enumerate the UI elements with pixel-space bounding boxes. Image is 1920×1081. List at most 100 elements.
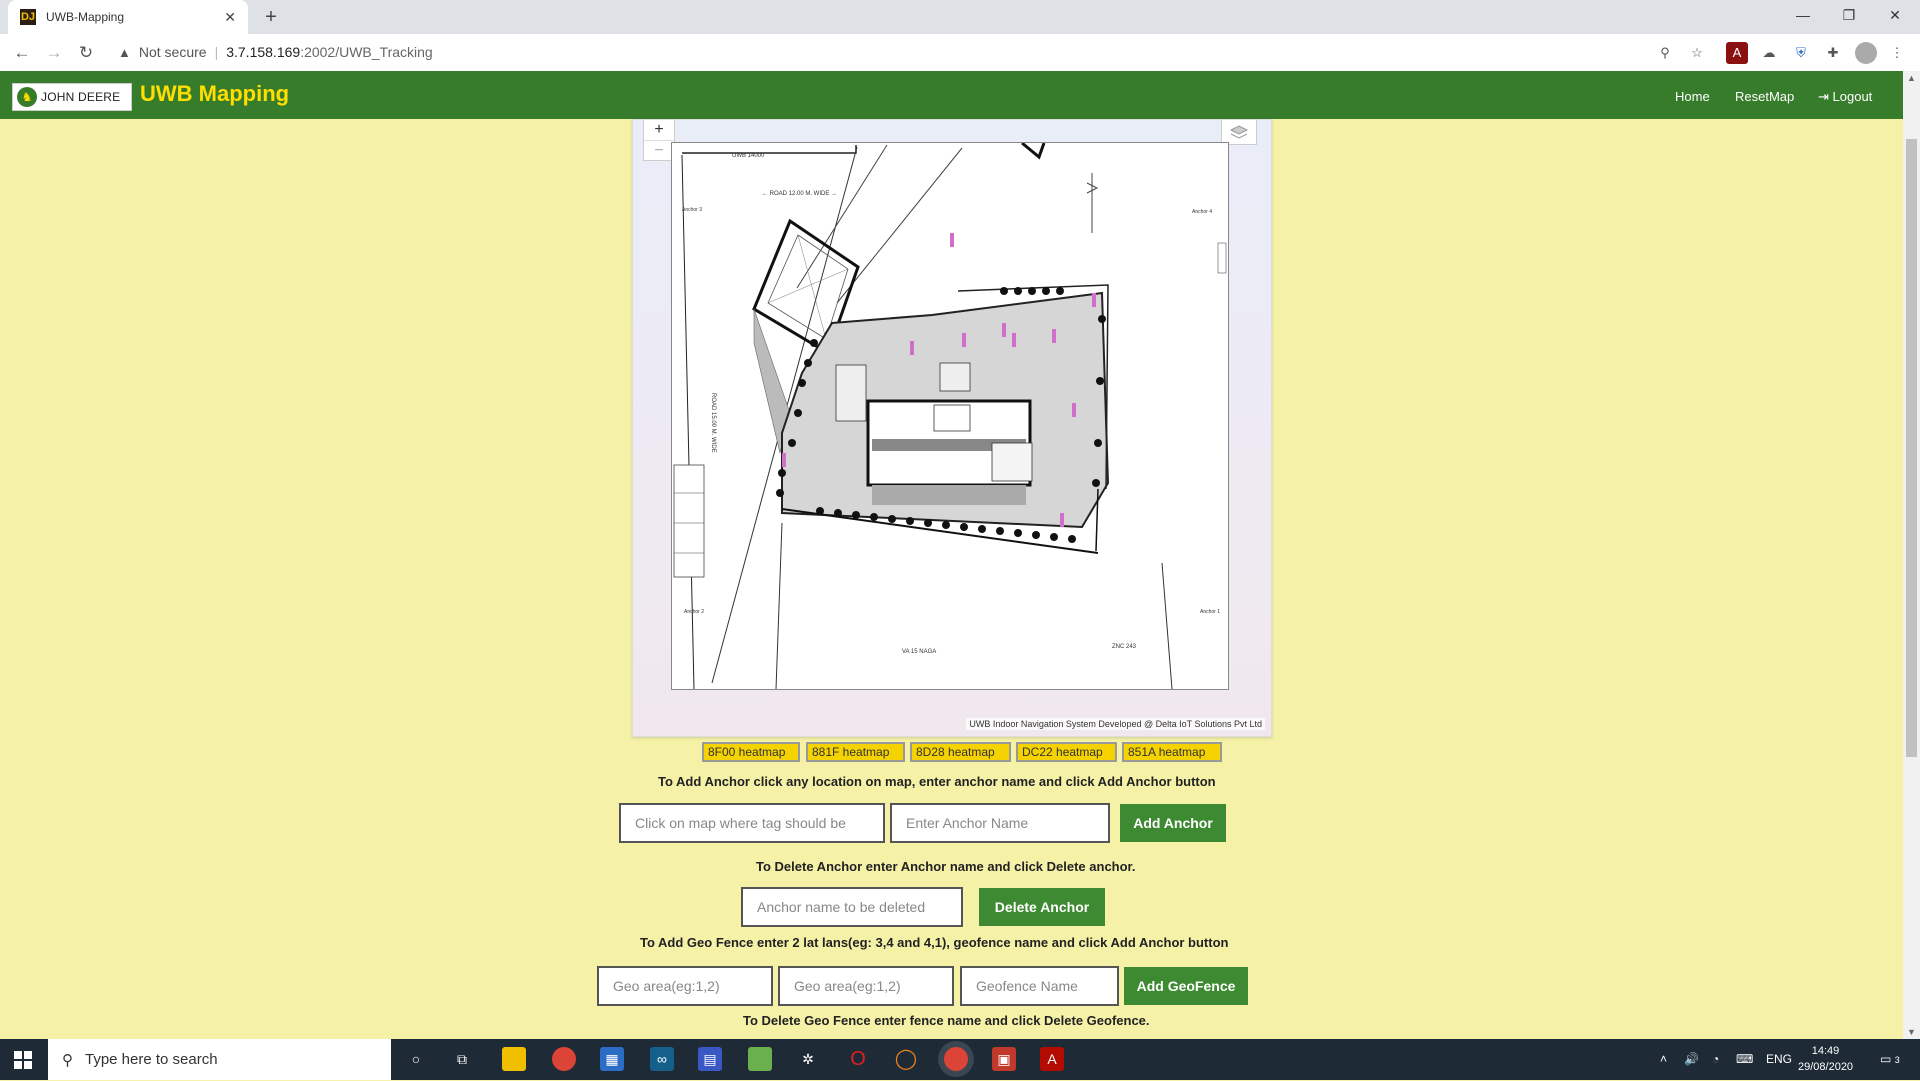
task-view-icon[interactable]: ⧉ bbox=[450, 1047, 474, 1071]
opera-icon[interactable]: O bbox=[846, 1047, 870, 1071]
office-app-icon[interactable]: ▣ bbox=[992, 1047, 1016, 1071]
new-tab-button[interactable]: + bbox=[258, 4, 284, 30]
spreadsheet-app-icon[interactable] bbox=[748, 1047, 772, 1071]
zoom-icon[interactable]: ⚲ bbox=[1654, 42, 1676, 64]
floor-plan[interactable]: UWB 14000 ← ROAD 12.00 M. WIDE → Anchor … bbox=[671, 141, 1229, 690]
logout-icon: ⇥ bbox=[1818, 89, 1829, 104]
browser-tab[interactable]: DJ UWB-Mapping ✕ bbox=[8, 0, 248, 34]
heatmap-button-8d28[interactable]: 8D28 heatmap bbox=[910, 742, 1011, 762]
app-brand[interactable]: UWB Mapping bbox=[140, 81, 289, 107]
anchor-1-label: Anchor 1 bbox=[1200, 609, 1220, 615]
taskbar-search-text: Type here to search bbox=[85, 1051, 218, 1068]
tab-title: UWB-Mapping bbox=[46, 10, 125, 24]
geofence-name-input[interactable] bbox=[960, 966, 1119, 1006]
security-label: Not secure bbox=[138, 44, 207, 60]
nav-resetmap[interactable]: ResetMap bbox=[1735, 89, 1794, 104]
restore-icon[interactable]: ❐ bbox=[1826, 0, 1872, 30]
geo-area-2-input[interactable] bbox=[778, 966, 954, 1006]
page-scrollbar[interactable]: ▲ ▼ bbox=[1903, 71, 1920, 1039]
app-navbar: ♞ JOHN DEERE UWB Mapping Home ResetMap ⇥… bbox=[0, 71, 1903, 119]
reload-icon[interactable]: ↻ bbox=[74, 41, 98, 65]
nav-home[interactable]: Home bbox=[1675, 89, 1710, 104]
back-icon[interactable]: ← bbox=[10, 41, 34, 65]
extensions-puzzle-icon[interactable]: ✚ bbox=[1822, 42, 1844, 64]
tray-chevron-icon[interactable]: ˄ bbox=[1660, 1039, 1667, 1080]
delete-anchor-button[interactable]: Delete Anchor bbox=[979, 888, 1105, 926]
favicon-icon: DJ bbox=[20, 9, 36, 25]
anchor-location-input[interactable] bbox=[619, 803, 885, 843]
url-host: 3.7.158.169 bbox=[226, 44, 301, 60]
pdf-extension-icon[interactable]: A bbox=[1726, 42, 1748, 64]
svg-text:UWB 14000: UWB 14000 bbox=[732, 153, 765, 159]
system-clock[interactable]: 14:49 29/08/2020 bbox=[1798, 1043, 1853, 1075]
keyboard-icon[interactable]: ⌨ bbox=[1736, 1039, 1753, 1080]
chrome-icon[interactable] bbox=[552, 1047, 576, 1071]
add-anchor-instruction: To Add Anchor click any location on map,… bbox=[658, 774, 1216, 789]
browser-menu-icon[interactable]: ⋮ bbox=[1886, 42, 1908, 64]
delete-anchor-name-input[interactable] bbox=[741, 887, 963, 927]
windows-taskbar: ⚲ Type here to search ○ ⧉ ▦ ∞ ▤ ✲ O ◯ ▣ … bbox=[0, 1039, 1920, 1080]
notification-glyph: ▭ bbox=[1880, 1052, 1892, 1066]
nav-logout[interactable]: ⇥ Logout bbox=[1818, 89, 1872, 105]
arduino-icon[interactable]: ∞ bbox=[650, 1047, 674, 1071]
add-geofence-instruction: To Add Geo Fence enter 2 lat lans(eg: 3,… bbox=[640, 935, 1229, 950]
close-tab-icon[interactable]: ✕ bbox=[224, 9, 236, 26]
browser-toolbar: ← → ↻ ▲ Not secure | 3.7.158.169:2002/UW… bbox=[0, 34, 1920, 72]
calculator-icon[interactable]: ▦ bbox=[600, 1047, 624, 1071]
file-explorer-icon[interactable] bbox=[502, 1047, 526, 1071]
address-bar[interactable]: ▲ Not secure | 3.7.158.169:2002/UWB_Trac… bbox=[108, 37, 1680, 67]
warning-icon: ▲ bbox=[118, 44, 131, 60]
anchor-2-label: Anchor 2 bbox=[684, 609, 704, 615]
clock-date: 29/08/2020 bbox=[1798, 1061, 1854, 1073]
heatmap-button-dc22[interactable]: DC22 heatmap bbox=[1016, 742, 1117, 762]
john-deere-logo[interactable]: ♞ JOHN DEERE bbox=[12, 83, 132, 111]
anchor-4-label: Anchor 4 bbox=[1192, 209, 1212, 215]
svg-text:← ROAD 12.00 M. WIDE →: ← ROAD 12.00 M. WIDE → bbox=[762, 191, 837, 197]
network-icon[interactable]: ◔ bbox=[1712, 1039, 1719, 1080]
svg-text:ROAD 15.00 M. WIDE: ROAD 15.00 M. WIDE bbox=[710, 393, 716, 453]
calendar-app-icon[interactable]: ▤ bbox=[698, 1047, 722, 1071]
acrobat-icon[interactable]: A bbox=[1040, 1047, 1064, 1071]
anchor-3-label: Anchor 3 bbox=[682, 207, 702, 213]
add-geofence-button[interactable]: Add GeoFence bbox=[1124, 967, 1248, 1005]
zoom-in-button[interactable]: + bbox=[644, 120, 674, 140]
scroll-up-icon[interactable]: ▲ bbox=[1903, 73, 1920, 83]
bookmark-star-icon[interactable]: ☆ bbox=[1686, 42, 1708, 64]
heatmap-button-851a[interactable]: 851A heatmap bbox=[1122, 742, 1222, 762]
delete-anchor-instruction: To Delete Anchor enter Anchor name and c… bbox=[756, 859, 1136, 874]
map-panel[interactable]: + − UWB 14000 ← ROAD 12.00 M. WIDE → Anc… bbox=[632, 119, 1272, 737]
close-window-icon[interactable]: ✕ bbox=[1872, 0, 1918, 30]
language-indicator[interactable]: ENG bbox=[1766, 1039, 1792, 1080]
shield-extension-icon[interactable]: ⛨ bbox=[1790, 42, 1812, 64]
clock-time: 14:49 bbox=[1811, 1045, 1840, 1057]
anchor-name-input[interactable] bbox=[890, 803, 1110, 843]
heatmap-button-881f[interactable]: 881F heatmap bbox=[806, 742, 905, 762]
volume-icon[interactable]: 🔊 bbox=[1684, 1039, 1699, 1080]
heatmap-button-8f00[interactable]: 8F00 heatmap bbox=[702, 742, 800, 762]
scrollbar-thumb[interactable] bbox=[1906, 139, 1917, 757]
url-separator: | bbox=[214, 44, 219, 60]
scroll-down-icon[interactable]: ▼ bbox=[1903, 1027, 1920, 1037]
minimize-icon[interactable]: — bbox=[1780, 0, 1826, 30]
geo-area-1-input[interactable] bbox=[597, 966, 773, 1006]
ring-app-icon[interactable]: ◯ bbox=[894, 1047, 918, 1071]
deer-logo-icon: ♞ bbox=[17, 87, 37, 107]
map-attribution: UWB Indoor Navigation System Developed @… bbox=[966, 718, 1265, 730]
profile-avatar[interactable] bbox=[1855, 42, 1877, 64]
search-icon: ⚲ bbox=[62, 1051, 73, 1069]
delete-geofence-instruction: To Delete Geo Fence enter fence name and… bbox=[743, 1013, 1150, 1028]
forward-icon[interactable]: → bbox=[42, 41, 66, 65]
cloud-extension-icon[interactable]: ☁ bbox=[1758, 42, 1780, 64]
tools-app-icon[interactable]: ✲ bbox=[796, 1047, 820, 1071]
svg-text:ZNC 243: ZNC 243 bbox=[1112, 644, 1137, 650]
zoom-out-button[interactable]: − bbox=[644, 140, 674, 161]
taskbar-search[interactable]: ⚲ Type here to search bbox=[48, 1039, 391, 1080]
logo-text: JOHN DEERE bbox=[41, 90, 121, 104]
notification-count: 3 bbox=[1894, 1055, 1900, 1065]
chrome-active-icon[interactable] bbox=[944, 1047, 968, 1071]
logout-label: Logout bbox=[1832, 89, 1873, 104]
add-anchor-button[interactable]: Add Anchor bbox=[1120, 804, 1226, 842]
cortana-icon[interactable]: ○ bbox=[404, 1047, 428, 1071]
windows-start-icon[interactable] bbox=[14, 1051, 32, 1069]
notification-icon[interactable]: ▭ 3 bbox=[1880, 1039, 1900, 1080]
